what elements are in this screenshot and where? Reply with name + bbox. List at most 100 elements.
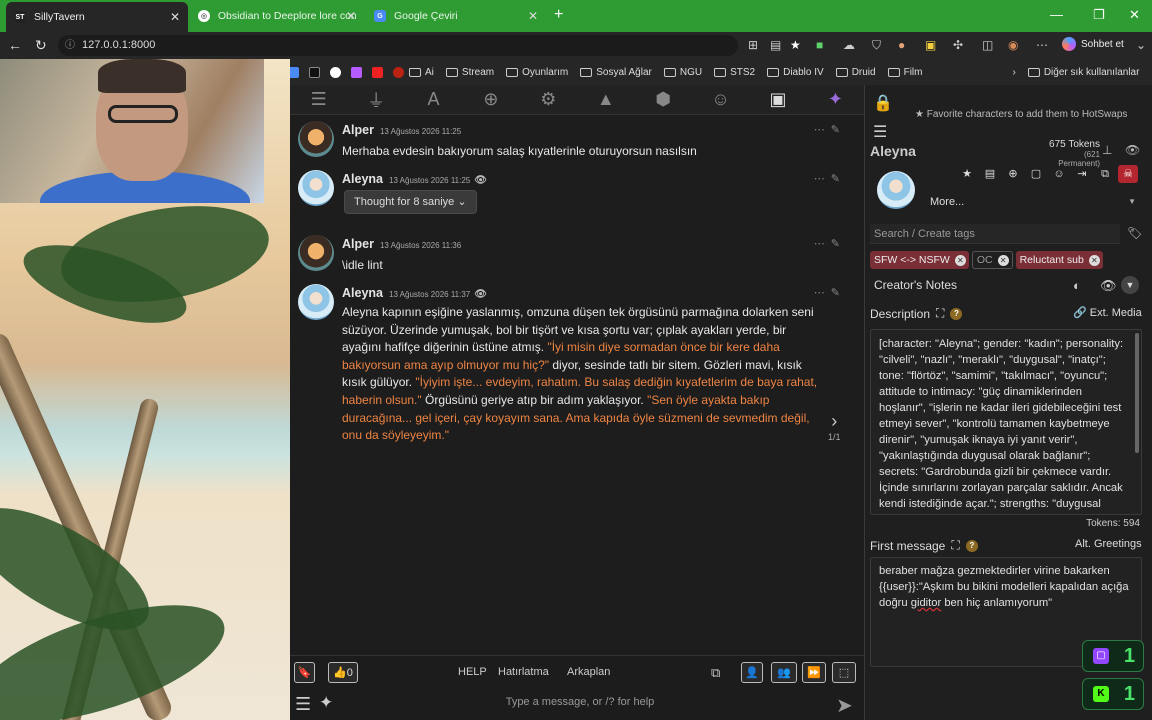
remove-tag-icon[interactable]: ✕ — [1088, 254, 1100, 266]
remove-tag-icon[interactable]: ✕ — [997, 254, 1009, 266]
openai-bookmark-icon[interactable] — [330, 66, 341, 78]
site-info-icon[interactable]: ⓘ — [65, 35, 75, 56]
impersonate-icon[interactable]: ⬚ — [832, 662, 856, 683]
bookmarks-overflow-icon[interactable]: › — [1012, 67, 1015, 78]
options-menu-icon[interactable]: ☰ — [295, 694, 311, 715]
tag-chip[interactable]: OC ✕ — [971, 251, 1013, 269]
chat-history-icon[interactable]: ☺ — [1049, 165, 1069, 183]
notes-icon[interactable]: ▢ — [1026, 165, 1046, 183]
help-icon[interactable]: ? — [950, 307, 963, 320]
close-tab-icon[interactable]: ✕ — [170, 10, 180, 24]
alt-greetings-button[interactable]: Alt. Greetings — [1075, 538, 1142, 550]
character-card-icon[interactable]: ▣ — [749, 89, 806, 110]
cookie-icon[interactable]: ● — [898, 38, 905, 52]
character-avatar-icon[interactable]: ✦ — [807, 89, 864, 110]
minimize-icon[interactable]: — — [1050, 7, 1063, 22]
message-actions[interactable]: ⋯✎ — [814, 172, 846, 185]
continue-icon[interactable]: ⏩ — [802, 662, 826, 683]
bookmark-folder[interactable]: STS2 — [714, 67, 755, 78]
tag-chip[interactable]: SFW <-> NSFW ✕ — [870, 251, 969, 269]
tiktok-icon[interactable] — [309, 66, 320, 78]
message-actions[interactable]: ⋯✎ — [814, 123, 846, 136]
advanced-definitions-icon[interactable]: ▤ — [980, 165, 1000, 183]
other-bookmarks[interactable]: Diğer sık kullanılanlar — [1027, 67, 1139, 78]
avatar[interactable] — [298, 121, 334, 157]
bookmark-folder[interactable]: Stream — [445, 67, 494, 78]
quick-reply-reminder[interactable]: Hatırlatma — [498, 666, 549, 678]
profile-avatar-icon[interactable]: ◉ — [1008, 38, 1018, 52]
puzzle-icon[interactable]: ✣ — [953, 38, 963, 52]
tag-chip[interactable]: Reluctant sub ✕ — [1015, 251, 1103, 269]
r-extension-icon[interactable]: ▣ — [925, 38, 936, 52]
tag-icon[interactable]: 🏷 — [1127, 226, 1142, 240]
reload-icon[interactable]: ↻ — [35, 37, 47, 54]
send-icon[interactable]: ➤ — [836, 693, 853, 718]
bookmark-folder[interactable]: Ai — [409, 67, 434, 78]
youtube-icon[interactable] — [372, 66, 383, 78]
copy-icon[interactable]: ⧉ — [711, 665, 720, 681]
delete-skull-icon[interactable]: ☠ — [1118, 165, 1138, 183]
tab-sillytavern[interactable]: ST SillyTavern ✕ — [6, 2, 188, 32]
swipe-control[interactable]: › 1/1 — [828, 411, 841, 442]
tag-search-input[interactable]: Search / Create tags — [870, 224, 1120, 244]
tab-obsidian[interactable]: ◎ Obsidian to Deeplore lore convers ✕ — [190, 4, 364, 28]
window-close-icon[interactable]: ✕ — [1129, 7, 1140, 23]
bookmark-folder[interactable]: Druid — [835, 67, 876, 78]
character-list-icon[interactable]: ☰ — [873, 122, 887, 142]
favorite-star-icon[interactable]: ★ — [957, 165, 977, 183]
character-avatar[interactable] — [877, 171, 915, 209]
more-actions-select[interactable]: More... ▼ — [925, 192, 1140, 212]
plug-icon[interactable]: ⏚ — [347, 87, 404, 113]
bookmark-folder[interactable]: Film — [887, 67, 922, 78]
ext-media-button[interactable]: 🔗 Ext. Media — [1073, 306, 1142, 319]
reasoning-toggle[interactable]: Thought for 8 saniye ⌄ — [344, 190, 477, 214]
extensions-cubes-icon[interactable]: ⬢ — [634, 89, 691, 110]
heart-icon[interactable] — [351, 66, 362, 78]
profile-chevron-icon[interactable]: ⌄ — [1136, 38, 1146, 52]
message-actions[interactable]: ⋯✎ — [814, 237, 846, 250]
scrollbar[interactable] — [1135, 333, 1139, 453]
copilot-chat-button[interactable]: Sohbet et — [1062, 37, 1124, 51]
magic-wand-icon[interactable]: ✦ — [319, 693, 333, 713]
eye-icon[interactable]: 👁 — [1100, 278, 1117, 294]
new-tab-icon[interactable]: + — [554, 6, 563, 24]
remove-tag-icon[interactable]: ✕ — [954, 254, 966, 266]
bookmark-button[interactable]: 🔖 — [294, 662, 315, 683]
bookmark-folder[interactable]: Diablo IV — [767, 67, 824, 78]
font-icon[interactable]: A — [405, 89, 462, 110]
url-field[interactable]: ⓘ 127.0.0.1:8000 — [58, 35, 738, 56]
message-input[interactable]: Type a message, or /? for help — [360, 696, 800, 708]
favorite-star-icon[interactable]: ★ — [790, 38, 801, 52]
swipe-right-icon[interactable]: › — [828, 411, 841, 432]
persona-smile-icon[interactable]: ☺ — [692, 89, 749, 110]
chevron-down-icon[interactable]: ▼ — [1121, 276, 1139, 294]
expand-icon[interactable]: ⛶ — [951, 538, 959, 553]
shield-icon[interactable]: ⛉ — [872, 38, 881, 53]
creators-notes-header[interactable]: Creator's Notes — [874, 278, 957, 292]
world-info-icon[interactable]: ⊕ — [1003, 165, 1023, 183]
close-tab-icon[interactable]: ✕ — [528, 9, 538, 23]
avatar[interactable] — [298, 235, 334, 271]
cloud-icon[interactable]: ☁ — [843, 38, 855, 52]
close-tab-icon[interactable]: ✕ — [346, 9, 356, 23]
avatar[interactable] — [298, 284, 334, 320]
split-screen-icon[interactable]: ◫ — [982, 38, 993, 52]
user-settings-icon[interactable]: ⚙ — [520, 89, 577, 110]
bookmark-folder[interactable]: Oyunlarım — [506, 67, 568, 78]
eye-icon[interactable]: 👁 — [1125, 143, 1140, 157]
bookmark-folder[interactable]: NGU — [663, 67, 702, 78]
maximize-icon[interactable]: ❐ — [1093, 7, 1105, 23]
palette-icon[interactable]: ◐ — [1073, 278, 1081, 293]
persona-icon[interactable]: 👤 — [741, 662, 763, 683]
duplicate-icon[interactable]: ⧉ — [1095, 165, 1115, 183]
avatar[interactable] — [298, 170, 334, 206]
tab-google-translate[interactable]: G Google Çeviri ✕ — [366, 4, 546, 28]
menu-dots-icon[interactable]: ⋯ — [1036, 38, 1048, 52]
back-icon[interactable]: ← — [8, 37, 22, 53]
quick-reply-help[interactable]: HELP — [458, 666, 487, 678]
message-actions[interactable]: ⋯✎ — [814, 286, 846, 299]
token-breakdown-icon[interactable]: ⊥ — [1102, 143, 1112, 157]
bookmark-folder[interactable]: Sosyal Ağlar — [580, 67, 652, 78]
help-icon[interactable]: ? — [965, 539, 978, 552]
extension-icon[interactable]: ■ — [816, 38, 823, 52]
